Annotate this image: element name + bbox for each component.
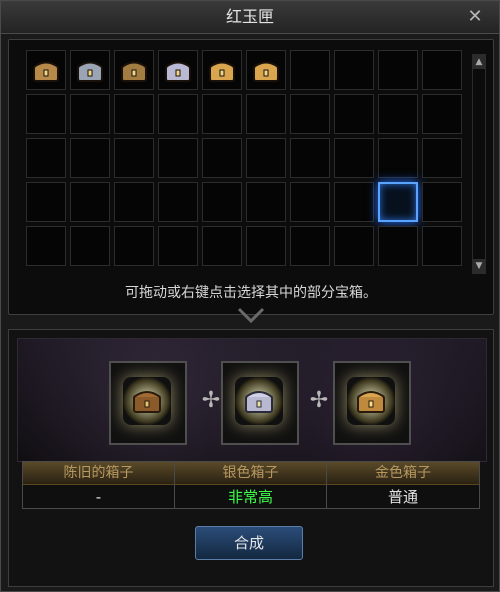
chest-icon [245, 391, 273, 413]
inventory-slot[interactable] [26, 138, 66, 178]
inventory-slot[interactable] [246, 182, 286, 222]
inventory-slot[interactable] [70, 94, 110, 134]
inventory-slot[interactable] [70, 182, 110, 222]
inventory-slot[interactable] [202, 50, 242, 90]
inventory-slot[interactable] [246, 138, 286, 178]
combine-button[interactable]: 合成 [195, 526, 303, 560]
down-arrow-icon [237, 307, 265, 324]
inventory-slot[interactable] [202, 138, 242, 178]
inventory-slot[interactable] [290, 226, 330, 266]
chest-icon [77, 61, 103, 82]
info-header: 陈旧的箱子 [23, 462, 174, 485]
scroll-up-button[interactable]: ▲ [473, 55, 485, 69]
info-cell-gold-box: 金色箱子 普通 [327, 462, 479, 508]
inventory-slot[interactable] [334, 50, 374, 90]
inventory-slot[interactable] [158, 50, 198, 90]
combine-art: ✢ ✢ [17, 338, 487, 462]
inventory-slot[interactable] [114, 50, 154, 90]
inventory-panel: ▲ ▼ 可拖动或右键点击选择其中的部分宝箱。 [8, 39, 494, 315]
inventory-slot[interactable] [378, 226, 418, 266]
inventory-slot[interactable] [114, 94, 154, 134]
inventory-slot[interactable] [422, 182, 462, 222]
scroll-down-button[interactable]: ▼ [473, 259, 485, 273]
inventory-slot[interactable] [422, 138, 462, 178]
inventory-slot[interactable] [290, 94, 330, 134]
inventory-slot[interactable] [26, 226, 66, 266]
info-value: 普通 [387, 488, 418, 506]
titlebar: 红玉匣 ✕ [1, 1, 499, 34]
inventory-slot[interactable] [290, 182, 330, 222]
inventory-slot[interactable] [422, 94, 462, 134]
inventory-slot[interactable] [70, 138, 110, 178]
inventory-slot[interactable] [290, 50, 330, 90]
inventory-slot[interactable] [26, 182, 66, 222]
chest-icon [165, 61, 191, 82]
inventory-slot[interactable] [378, 182, 418, 222]
inventory-slot[interactable] [70, 50, 110, 90]
inventory-hint: 可拖动或右键点击选择其中的部分宝箱。 [125, 285, 377, 301]
chest-icon [121, 61, 147, 82]
inventory-slot[interactable] [158, 226, 198, 266]
combine-panel: ✢ ✢ 陈旧的箱子 - 银色箱子 非常高 金色箱子 普通 合成 [8, 329, 494, 587]
inventory-slot[interactable] [202, 182, 242, 222]
inventory-slot[interactable] [202, 94, 242, 134]
inventory-slot[interactable] [334, 182, 374, 222]
inventory-slot[interactable] [246, 50, 286, 90]
item-grid [26, 50, 466, 270]
info-header: 银色箱子 [175, 462, 326, 485]
chest-icon [209, 61, 235, 82]
inventory-slot[interactable] [422, 50, 462, 90]
close-button[interactable]: ✕ [465, 7, 485, 27]
chest-icon [253, 61, 279, 82]
inventory-slot[interactable] [158, 94, 198, 134]
info-cell-silver-box: 银色箱子 非常高 [175, 462, 327, 508]
input-slot-2[interactable] [221, 361, 299, 445]
inventory-slot[interactable] [202, 226, 242, 266]
inventory-slot[interactable] [70, 226, 110, 266]
chest-icon [357, 391, 385, 413]
info-value: 非常高 [227, 488, 273, 506]
inventory-slot[interactable] [114, 182, 154, 222]
inventory-slot[interactable] [26, 94, 66, 134]
inventory-slot[interactable] [246, 226, 286, 266]
inventory-slot[interactable] [158, 138, 198, 178]
inventory-slot[interactable] [114, 226, 154, 266]
close-icon: ✕ [467, 6, 483, 27]
info-value: - [95, 488, 102, 506]
plus-icon: ✢ [309, 388, 329, 413]
input-slot-3[interactable] [333, 361, 411, 445]
info-cell-old-box: 陈旧的箱子 - [23, 462, 175, 508]
combine-info-table: 陈旧的箱子 - 银色箱子 非常高 金色箱子 普通 [22, 461, 480, 509]
inventory-slot[interactable] [26, 50, 66, 90]
input-slot-1[interactable] [109, 361, 187, 445]
inventory-scrollbar[interactable]: ▲ ▼ [472, 54, 486, 274]
inventory-slot[interactable] [378, 50, 418, 90]
inventory-slot[interactable] [290, 138, 330, 178]
inventory-slot[interactable] [378, 94, 418, 134]
red-jade-box-window: 红玉匣 ✕ ▲ ▼ 可拖动或右键点击选择其中的部分宝箱。 ✢ ✢ 陈旧的箱子 -… [0, 0, 500, 592]
inventory-slot[interactable] [114, 138, 154, 178]
inventory-slot[interactable] [334, 94, 374, 134]
info-header: 金色箱子 [327, 462, 479, 485]
window-title: 红玉匣 [225, 7, 274, 26]
inventory-slot[interactable] [246, 94, 286, 134]
plus-icon: ✢ [201, 388, 221, 413]
inventory-slot[interactable] [334, 226, 374, 266]
inventory-slot[interactable] [334, 138, 374, 178]
inventory-slot[interactable] [378, 138, 418, 178]
chest-icon [33, 61, 59, 82]
chest-icon [133, 391, 161, 413]
inventory-slot[interactable] [422, 226, 462, 266]
inventory-slot[interactable] [158, 182, 198, 222]
